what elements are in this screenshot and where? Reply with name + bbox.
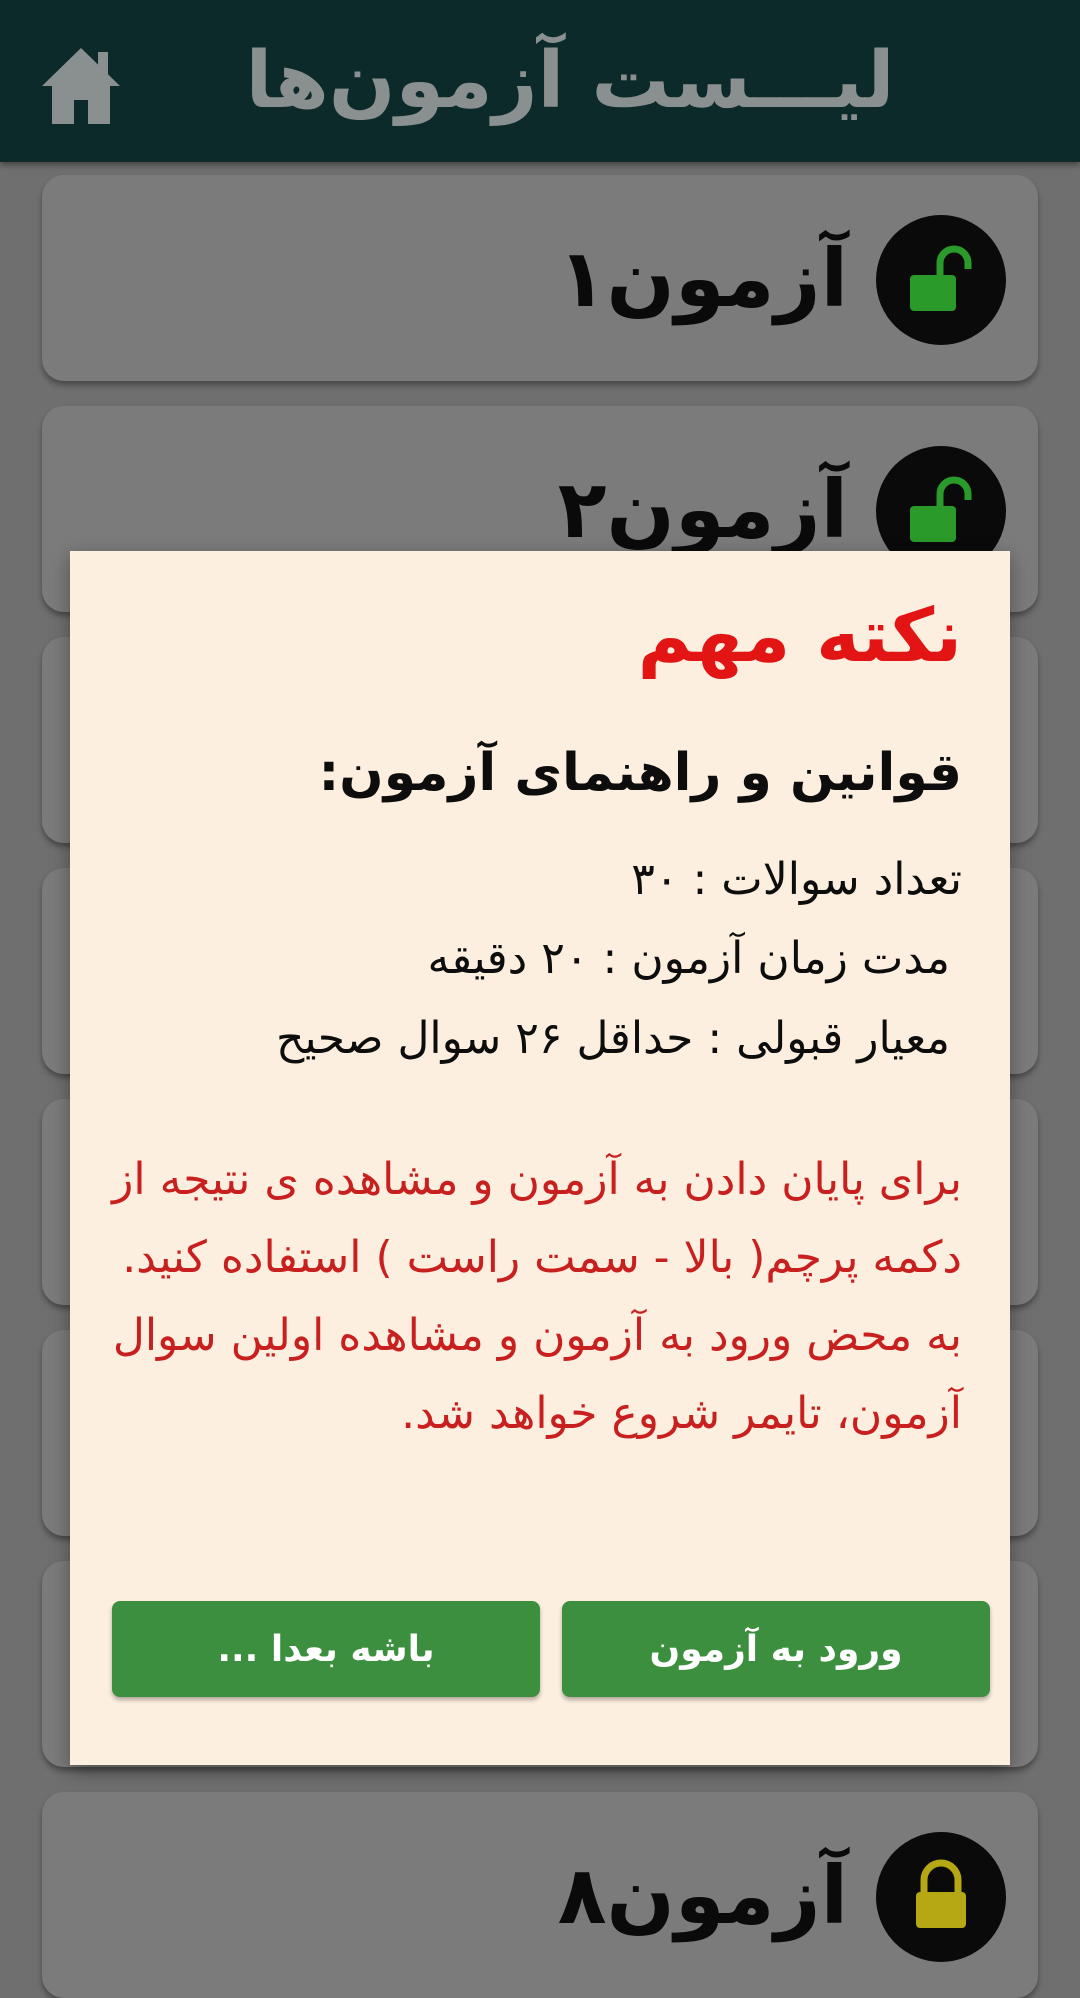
- locked-lock-icon: [916, 1859, 966, 1928]
- dialog-title: نکته مهم: [637, 593, 962, 679]
- later-button[interactable]: باشه بعدا ...: [112, 1601, 540, 1697]
- rule-pass-criteria: معیار قبولی : حداقل ۲۶ سوال صحیح: [276, 1013, 950, 1064]
- exam-title: آزمون۸: [557, 1848, 848, 1942]
- app-header: لیـــست آزمون‌ها: [0, 0, 1080, 162]
- enter-exam-button[interactable]: ورود به آزمون: [562, 1601, 990, 1697]
- lock-badge: [876, 215, 1006, 345]
- page-title: لیـــست آزمون‌ها: [245, 36, 895, 126]
- rule-question-count: تعداد سوالات : ۳۰: [631, 854, 962, 905]
- dialog-subtitle: قوانین و راهنمای آزمون:: [318, 743, 962, 803]
- dialog-notice: برای پایان دادن به آزمون و مشاهده ی نتیج…: [112, 1154, 962, 1439]
- exam-title: آزمون۱: [557, 231, 848, 325]
- exam-card-8[interactable]: آزمون۸: [42, 1792, 1038, 1998]
- lock-badge: [876, 1832, 1006, 1962]
- unlocked-lock-icon: [910, 245, 972, 311]
- exam-rules-dialog: نکته مهم قوانین و راهنمای آزمون: تعداد س…: [70, 551, 1010, 1765]
- rule-duration: مدت زمان آزمون : ۲۰ دقیقه: [427, 933, 951, 984]
- unlocked-lock-icon: [910, 476, 972, 542]
- exam-card-1[interactable]: آزمون۱: [42, 175, 1038, 381]
